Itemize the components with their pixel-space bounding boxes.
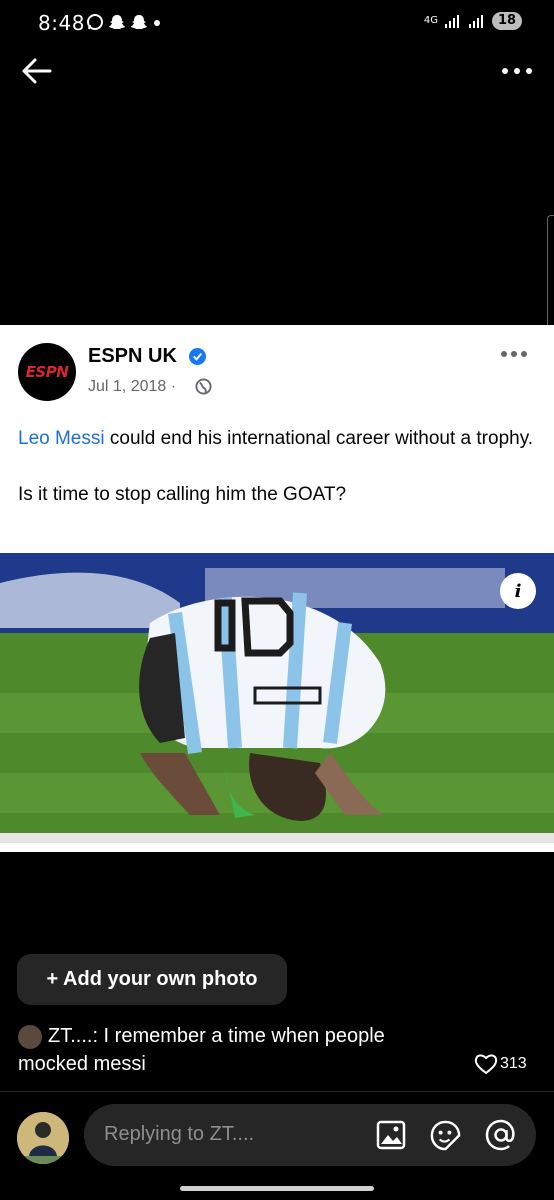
post-image[interactable]: ESPN ESPN UK Jul 1, 2018 · Leo Messi cou… xyxy=(0,325,554,852)
at-sign-icon[interactable] xyxy=(484,1118,518,1152)
sticker-icon[interactable] xyxy=(429,1119,462,1152)
messi-photo xyxy=(0,553,554,843)
espn-logo: ESPN xyxy=(18,343,76,401)
add-your-own-photo-button[interactable]: + Add your own photo xyxy=(17,954,287,1005)
comment: ZT....: I remember a time when people mo… xyxy=(18,1022,528,1078)
comment-text: ZT....: I remember a time when people mo… xyxy=(18,1022,458,1078)
page-name: ESPN UK xyxy=(88,345,177,367)
reply-input[interactable]: Replying to ZT.... xyxy=(84,1104,536,1166)
commenter-avatar[interactable] xyxy=(18,1025,42,1049)
arrow-left-icon xyxy=(22,58,52,84)
post-date: Jul 1, 2018 · xyxy=(88,378,177,395)
info-button[interactable]: i xyxy=(500,573,536,609)
whatsapp-icon xyxy=(87,14,103,30)
more-icon xyxy=(502,68,532,74)
divider xyxy=(0,1091,554,1092)
home-indicator[interactable] xyxy=(180,1186,374,1191)
signal-icon xyxy=(445,15,459,28)
caption-line-2: Is it time to stop calling him the GOAT? xyxy=(18,484,347,505)
notification-icons xyxy=(86,13,162,31)
back-button[interactable] xyxy=(20,54,54,88)
like-group[interactable]: 313 xyxy=(474,1053,527,1075)
gallery-icon[interactable] xyxy=(376,1120,406,1150)
like-count: 313 xyxy=(500,1055,527,1072)
status-time: 8:48 xyxy=(38,11,85,35)
user-avatar[interactable] xyxy=(17,1112,69,1164)
heart-icon[interactable] xyxy=(474,1053,498,1075)
post-caption: Leo Messi could end his international ca… xyxy=(18,425,538,509)
snapchat-icon xyxy=(131,15,147,29)
signal-icon xyxy=(469,15,483,28)
snapchat-icon xyxy=(109,15,125,29)
top-bar xyxy=(0,50,554,90)
status-right: 4G 18 xyxy=(424,12,522,30)
more-options-button[interactable] xyxy=(500,56,534,86)
battery-indicator: 18 xyxy=(492,12,522,30)
status-bar: 8:48 4G 18 xyxy=(0,0,554,50)
avatar-image xyxy=(17,1112,69,1164)
more-icon xyxy=(501,351,527,357)
caption-line-1: could end his international career witho… xyxy=(104,428,534,449)
facebook-post-header: ESPN ESPN UK Jul 1, 2018 · xyxy=(0,325,554,405)
globe-icon xyxy=(195,378,212,395)
verified-badge-icon xyxy=(189,348,206,365)
comment-username[interactable]: ZT....: xyxy=(48,1025,98,1047)
network-type: 4G xyxy=(423,15,438,26)
mention-link: Leo Messi xyxy=(18,428,105,449)
reply-placeholder: Replying to ZT.... xyxy=(104,1123,255,1145)
dot-icon xyxy=(154,20,160,26)
